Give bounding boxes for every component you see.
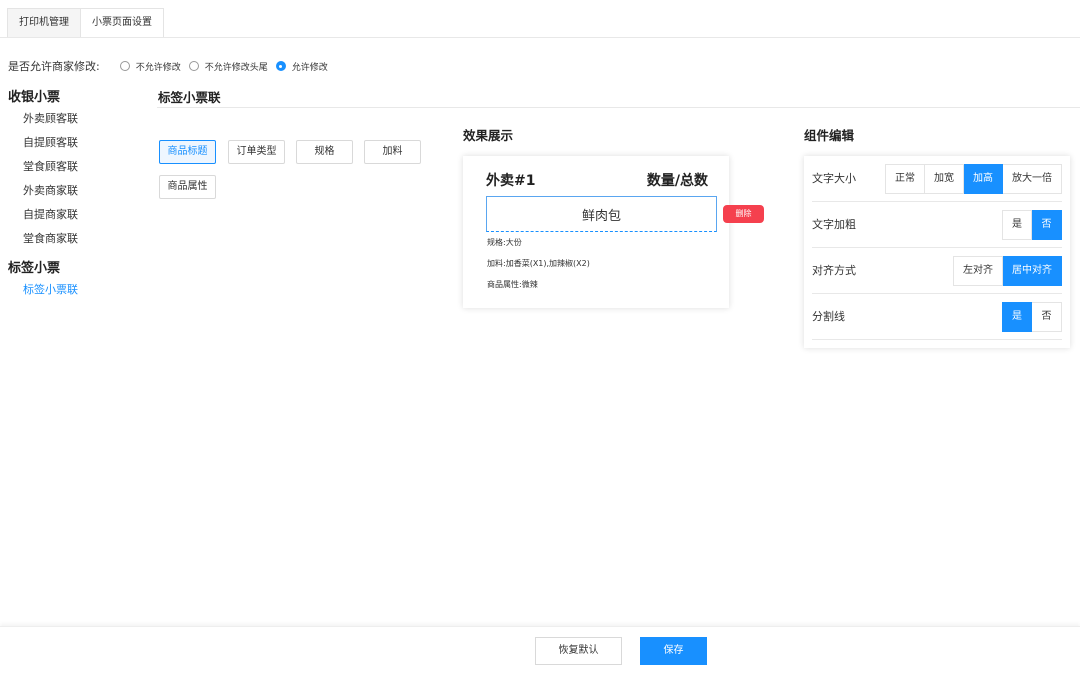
radio-label: 不允许修改头尾 — [204, 62, 268, 73]
bold-yes[interactable]: 是 — [1002, 210, 1032, 240]
divider-segmented: 是 否 — [1002, 302, 1062, 332]
sidebar-item-pickup-customer[interactable]: 自提顾客联 — [23, 134, 78, 150]
component-product-title[interactable]: 商品标题 — [159, 140, 216, 164]
font-size-double[interactable]: 放大一倍 — [1003, 164, 1062, 194]
tab-printer-management[interactable]: 打印机管理 — [7, 8, 81, 38]
page-title: 标签小票联 — [158, 90, 221, 105]
radio-disallow-header-footer[interactable]: 不允许修改头尾 — [188, 60, 268, 73]
delete-component-button[interactable]: 删除 — [723, 205, 764, 223]
radio-disallow-edit[interactable]: 不允许修改 — [119, 60, 181, 73]
section-divider — [157, 107, 1080, 108]
font-size-segmented: 正常 加宽 加高 放大一倍 — [885, 164, 1062, 194]
permission-label: 是否允许商家修改: — [8, 60, 100, 73]
radio-circle — [119, 61, 130, 71]
sidebar-item-pickup-merchant[interactable]: 自提商家联 — [23, 206, 78, 222]
editor-row-bold: 文字加粗 是 否 — [812, 202, 1062, 248]
component-spec[interactable]: 规格 — [296, 140, 353, 164]
tab-receipt-page-settings[interactable]: 小票页面设置 — [81, 8, 164, 38]
alignment-label: 对齐方式 — [812, 264, 856, 277]
component-order-type[interactable]: 订单类型 — [228, 140, 285, 164]
preview-attributes: 商品属性:微辣 — [487, 280, 538, 289]
component-editor: 文字大小 正常 加宽 加高 放大一倍 文字加粗 是 否 对齐方式 左对齐 居中对… — [804, 156, 1070, 348]
preview-title: 效果展示 — [463, 128, 514, 143]
font-size-label: 文字大小 — [812, 172, 856, 185]
merchant-edit-permission: 是否允许商家修改: 不允许修改 不允许修改头尾 允许修改 — [8, 58, 336, 74]
preview-product-title[interactable]: 鲜肉包 — [486, 196, 717, 232]
sidebar-group-cash-receipt: 收银小票 — [8, 90, 61, 105]
alignment-segmented: 左对齐 居中对齐 — [953, 256, 1062, 286]
radio-label: 不允许修改 — [135, 62, 181, 73]
radio-label: 允许修改 — [291, 62, 328, 73]
preview-spec: 规格:大份 — [487, 238, 522, 247]
tab-divider — [0, 37, 1080, 38]
editor-row-divider: 分割线 是 否 — [812, 294, 1062, 340]
receipt-preview: 外卖#1 数量/总数 鲜肉包 规格:大份 加料:加香菜(X1),加辣椒(X2) … — [463, 156, 729, 308]
bold-segmented: 是 否 — [1002, 210, 1062, 240]
component-product-attributes[interactable]: 商品属性 — [159, 175, 216, 199]
sidebar-item-delivery-merchant[interactable]: 外卖商家联 — [23, 182, 78, 198]
divider-no[interactable]: 否 — [1032, 302, 1062, 332]
sidebar-item-label-receipt[interactable]: 标签小票联 — [23, 281, 78, 297]
align-center[interactable]: 居中对齐 — [1003, 256, 1062, 286]
preview-quantity-total: 数量/总数 — [646, 173, 708, 189]
editor-row-font-size: 文字大小 正常 加宽 加高 放大一倍 — [812, 156, 1062, 202]
font-size-tall[interactable]: 加高 — [964, 164, 1003, 194]
bold-label: 文字加粗 — [812, 218, 856, 231]
restore-default-button[interactable]: 恢复默认 — [535, 637, 622, 665]
divider-label: 分割线 — [812, 310, 845, 323]
editor-row-alignment: 对齐方式 左对齐 居中对齐 — [812, 248, 1062, 294]
divider-yes[interactable]: 是 — [1002, 302, 1032, 332]
preview-order-number: 外卖#1 — [486, 173, 536, 189]
radio-allow-edit[interactable]: 允许修改 — [275, 60, 328, 73]
sidebar-group-label-receipt: 标签小票 — [8, 261, 61, 276]
font-size-wide[interactable]: 加宽 — [925, 164, 964, 194]
bold-no[interactable]: 否 — [1032, 210, 1062, 240]
align-left[interactable]: 左对齐 — [953, 256, 1003, 286]
footer-bar: 恢复默认 保存 — [0, 626, 1080, 673]
radio-circle — [188, 61, 199, 71]
sidebar-item-dinein-customer[interactable]: 堂食顾客联 — [23, 158, 78, 174]
tab-bar: 打印机管理 小票页面设置 — [7, 8, 164, 38]
editor-title: 组件编辑 — [804, 128, 855, 143]
save-button[interactable]: 保存 — [640, 637, 707, 665]
font-size-normal[interactable]: 正常 — [885, 164, 925, 194]
sidebar-item-dinein-merchant[interactable]: 堂食商家联 — [23, 230, 78, 246]
preview-addons: 加料:加香菜(X1),加辣椒(X2) — [487, 259, 590, 268]
radio-circle — [275, 61, 286, 71]
sidebar-item-delivery-customer[interactable]: 外卖顾客联 — [23, 110, 78, 126]
component-addons[interactable]: 加料 — [364, 140, 421, 164]
